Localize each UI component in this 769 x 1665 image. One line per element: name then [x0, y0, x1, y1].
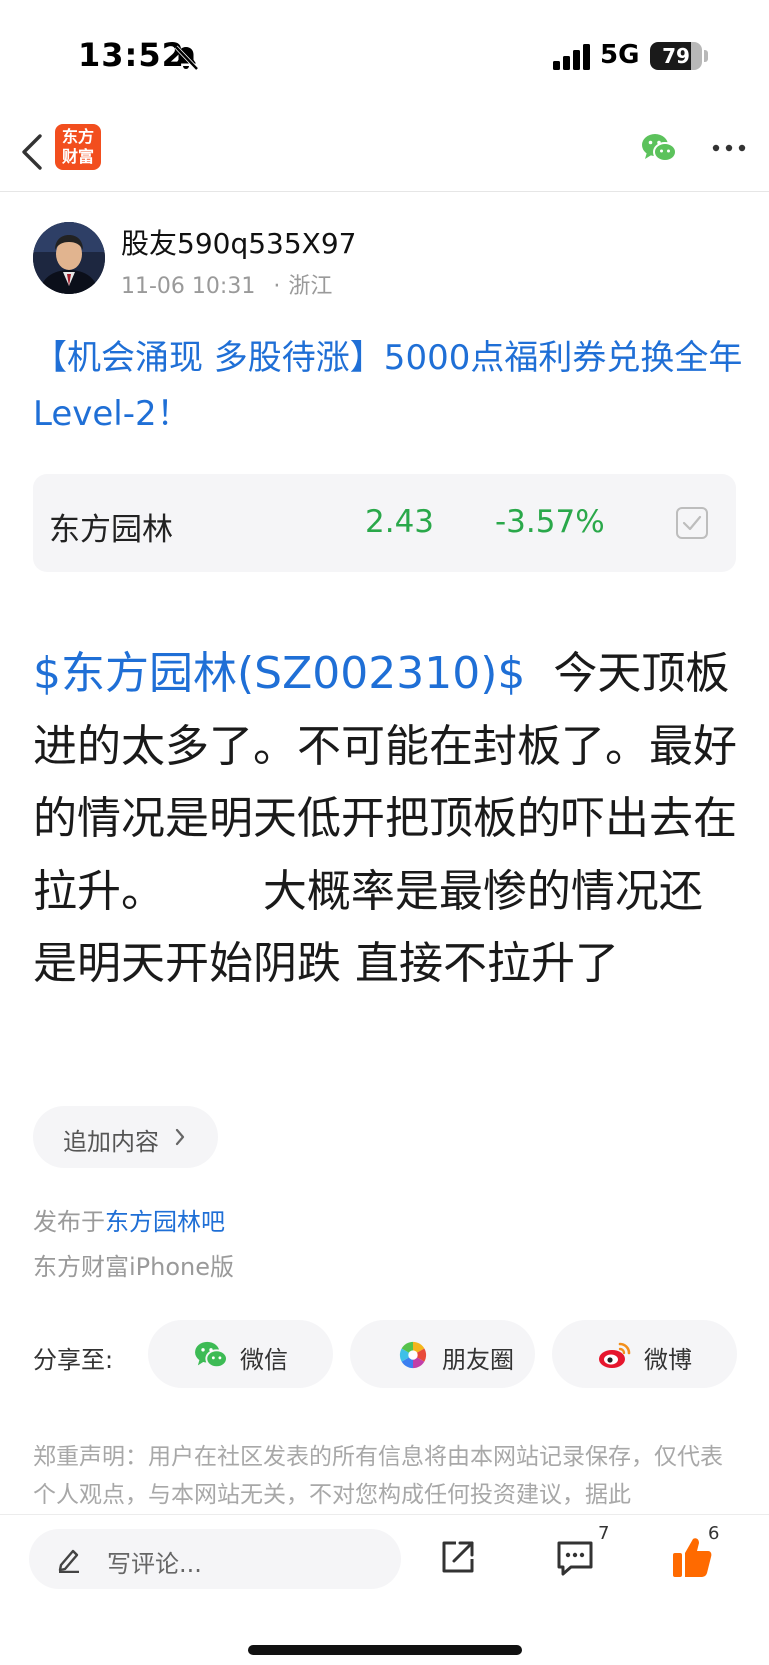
comment-count: 7 — [598, 1523, 610, 1544]
post-location: 浙江 — [288, 274, 333, 299]
home-indicator — [248, 1645, 522, 1655]
wechat-icon — [195, 1341, 228, 1369]
avatar[interactable] — [33, 222, 105, 294]
post-date: 11-06 10:31 — [121, 274, 256, 299]
status-time: 13:52 — [78, 36, 185, 74]
like-count: 6 — [708, 1523, 720, 1544]
app-logo[interactable]: 东方 财富 — [55, 124, 101, 170]
share-label: 分享至: — [33, 1346, 114, 1374]
wechat-icon[interactable] — [641, 132, 677, 164]
share-wechat-button[interactable]: 微信 — [148, 1320, 333, 1388]
logo-line-2: 财富 — [61, 147, 94, 166]
bell-muted-icon — [174, 45, 199, 71]
logo-line-1: 东方 — [61, 127, 94, 146]
chevron-right-icon — [175, 1128, 185, 1146]
comment-icon[interactable] — [555, 1539, 595, 1577]
stock-card[interactable]: 东方园林 2.43 -3.57% — [33, 474, 736, 572]
append-content-button[interactable]: 追加内容 — [33, 1106, 218, 1168]
thumbs-up-icon[interactable] — [671, 1535, 713, 1579]
more-icon[interactable] — [712, 144, 746, 152]
avatar-image — [33, 222, 105, 294]
comment-placeholder: 写评论... — [107, 1550, 202, 1578]
forum-link[interactable]: 东方园林吧 — [105, 1208, 225, 1236]
watchlist-checkbox-icon[interactable] — [675, 506, 709, 540]
share-wechat-label: 微信 — [240, 1346, 288, 1374]
weibo-icon — [599, 1342, 631, 1368]
share-moments-button[interactable]: 朋友圈 — [350, 1320, 535, 1388]
post-meta: 11-06 10:31 · 浙江 — [121, 268, 332, 300]
comment-input[interactable]: 写评论... — [29, 1529, 401, 1589]
post-title-link[interactable]: 【机会涌现 多股待涨】5000点福利券兑换全年Level-2！ — [33, 330, 743, 442]
share-weibo-button[interactable]: 微博 — [552, 1320, 737, 1388]
back-icon[interactable] — [18, 130, 48, 174]
client-source: 东方财富iPhone版 — [33, 1253, 235, 1281]
share-moments-label: 朋友圈 — [442, 1346, 514, 1374]
published-prefix: 发布于 — [33, 1208, 105, 1236]
signal-icon — [553, 44, 590, 70]
meta-separator: · — [273, 274, 281, 299]
status-bar: 13:52 5G 79 — [0, 0, 769, 110]
stock-name: 东方园林 — [49, 512, 173, 548]
share-out-icon[interactable] — [438, 1537, 478, 1577]
published-in: 发布于东方园林吧 — [33, 1202, 225, 1237]
disclaimer: 郑重声明：用户在社区发表的所有信息将由本网站记录保存，仅代表个人观点，与本网站无… — [33, 1444, 723, 1508]
author-name[interactable]: 股友590q535X97 — [121, 222, 356, 262]
nav-bar: 东方 财富 — [0, 112, 769, 192]
bottom-bar: 写评论... 7 6 — [0, 1514, 769, 1665]
post-body-text: 今天顶板进的太多了。不可能在封板了。最好的情况是明天低开把顶板的吓出去在拉升。 … — [33, 648, 737, 989]
post-body: $东方园林(SZ002310)$ 今天顶板进的太多了。不可能在封板了。最好的情况… — [33, 638, 743, 1001]
append-content-label: 追加内容 — [63, 1128, 159, 1156]
stock-tag-link[interactable]: $东方园林(SZ002310)$ — [33, 648, 525, 699]
share-weibo-label: 微博 — [644, 1346, 692, 1374]
stock-change: -3.57% — [495, 504, 605, 540]
battery-icon: 79 — [650, 42, 702, 70]
battery-level: 79 — [662, 44, 690, 68]
moments-icon — [399, 1341, 427, 1369]
network-type: 5G — [600, 40, 640, 70]
pen-icon — [58, 1549, 79, 1573]
battery-tip — [704, 50, 708, 62]
stock-price: 2.43 — [365, 504, 435, 540]
